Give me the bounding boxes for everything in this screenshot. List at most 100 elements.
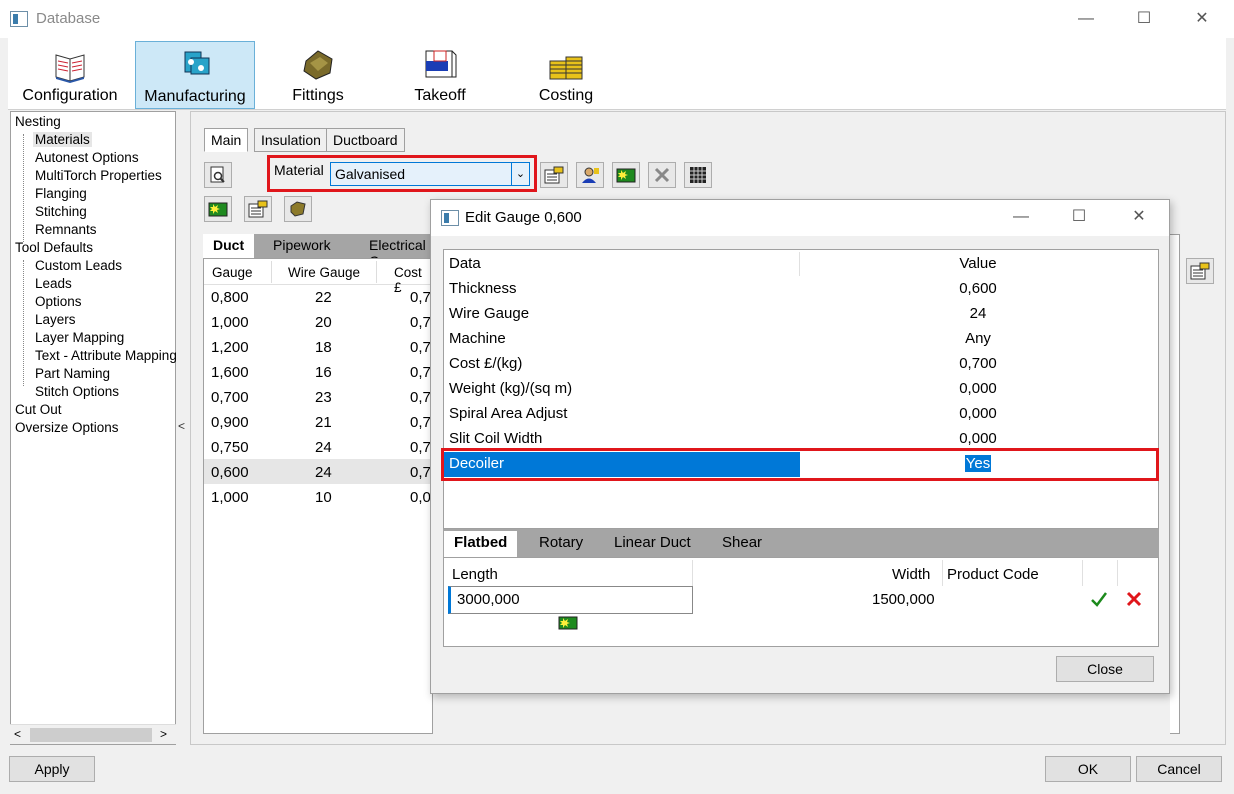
gauge-cell: 0,800 <box>211 289 249 306</box>
tab-electrical[interactable]: Electrical C <box>359 234 436 269</box>
copy-gauge-button[interactable] <box>284 196 312 222</box>
col-wire-gauge[interactable]: Wire Gauge <box>288 265 360 280</box>
maximize-button[interactable]: ☐ <box>1124 6 1164 32</box>
apply-button[interactable]: Apply <box>9 756 95 782</box>
tree-item-oversize-options[interactable]: Oversize Options <box>15 420 119 435</box>
minimize-button[interactable]: — <box>1066 6 1106 32</box>
tab-ductboard[interactable]: Ductboard <box>326 128 405 152</box>
scroll-left-icon[interactable]: < <box>14 727 21 741</box>
tab-linear-duct[interactable]: Linear Duct <box>604 531 701 557</box>
property-value: 0,700 <box>959 355 997 372</box>
dialog-minimize-button[interactable]: — <box>1001 204 1041 230</box>
close-window-button[interactable]: ✕ <box>1182 6 1222 32</box>
wire-gauge-cell: 10 <box>315 489 332 506</box>
ribbon-label: Takeoff <box>414 87 466 104</box>
property-value: 0,000 <box>959 380 997 397</box>
preview-button[interactable] <box>204 162 232 188</box>
tab-pipework[interactable]: Pipework <box>263 234 341 258</box>
tree-item-text-attribute-mapping[interactable]: Text - Attribute Mapping <box>35 348 177 363</box>
delete-material-button[interactable] <box>648 162 676 188</box>
tree-item-leads[interactable]: Leads <box>35 276 72 291</box>
wire-gauge-cell: 24 <box>315 464 332 481</box>
tab-flatbed[interactable]: Flatbed <box>444 531 518 557</box>
tab-duct[interactable]: Duct <box>203 234 255 258</box>
cancel-button[interactable]: Cancel <box>1136 756 1222 782</box>
dialog-close-button[interactable]: Close <box>1056 656 1154 682</box>
user-button[interactable] <box>576 162 604 188</box>
tree-item-stitch-options[interactable]: Stitch Options <box>35 384 119 399</box>
confirm-check-icon[interactable] <box>1090 590 1108 608</box>
tab-shear[interactable]: Shear <box>712 531 772 557</box>
tree-item-multitorch-properties[interactable]: MultiTorch Properties <box>35 168 162 183</box>
gauge-cell: 0,600 <box>211 464 249 481</box>
tab-main[interactable]: Main <box>204 128 249 152</box>
tree-item-materials[interactable]: Materials <box>33 132 92 147</box>
tree-item-layer-mapping[interactable]: Layer Mapping <box>35 330 124 345</box>
ribbon-tab-costing[interactable]: Costing <box>506 41 626 109</box>
magnifier-icon <box>210 166 225 183</box>
delete-icon <box>654 167 670 183</box>
tree-item-part-naming[interactable]: Part Naming <box>35 366 110 381</box>
ribbon-tab-configuration[interactable]: Configuration <box>12 41 128 109</box>
add-material-button[interactable] <box>612 162 640 188</box>
property-value: Any <box>965 330 991 347</box>
gauge-cell: 1,000 <box>211 489 249 506</box>
property-row-wire-gauge[interactable]: Wire Gauge 24 <box>444 302 1158 327</box>
tree-item-options[interactable]: Options <box>35 294 82 309</box>
dialog-close-icon[interactable]: ✕ <box>1119 204 1159 230</box>
panel-splitter[interactable]: < <box>176 111 188 745</box>
edit-form-icon <box>544 166 564 184</box>
property-row-spiral-area-adjust[interactable]: Spiral Area Adjust 0,000 <box>444 402 1158 427</box>
tree-item-nesting[interactable]: Nesting <box>15 114 61 129</box>
chevron-down-icon[interactable]: ⌄ <box>511 163 529 185</box>
edit-material-button[interactable] <box>540 162 568 188</box>
machine-icon <box>184 51 210 75</box>
tab-rotary[interactable]: Rotary <box>529 531 593 557</box>
tab-insulation[interactable]: Insulation <box>254 128 328 152</box>
tree-item-stitching[interactable]: Stitching <box>35 204 87 219</box>
app-icon <box>10 11 28 27</box>
material-select[interactable]: Galvanised ⌄ <box>330 162 530 186</box>
grid-button[interactable] <box>684 162 712 188</box>
length-value: 3000,000 <box>457 591 520 608</box>
property-value: 0,000 <box>959 405 997 422</box>
tree-item-tool-defaults[interactable]: Tool Defaults <box>15 240 93 255</box>
col-gauge[interactable]: Gauge <box>212 265 253 280</box>
tree-item-flanging[interactable]: Flanging <box>35 186 87 201</box>
ok-button[interactable]: OK <box>1045 756 1131 782</box>
property-value: 0,600 <box>959 280 997 297</box>
property-header: Data Value <box>444 252 1158 277</box>
scroll-thumb[interactable] <box>30 728 152 742</box>
ribbon-tab-takeoff[interactable]: Takeoff <box>384 41 496 109</box>
scroll-right-icon[interactable]: > <box>160 727 167 741</box>
new-icon <box>208 202 228 217</box>
cost-cell: 0,7 <box>410 314 431 331</box>
wire-gauge-cell: 16 <box>315 364 332 381</box>
tree-item-layers[interactable]: Layers <box>35 312 76 327</box>
property-key: Cost £/(kg) <box>449 355 523 372</box>
ribbon-tab-fittings[interactable]: Fittings <box>262 41 374 109</box>
tree-item-remnants[interactable]: Remnants <box>35 222 97 237</box>
cancel-x-icon[interactable] <box>1125 590 1143 608</box>
add-gauge-button[interactable] <box>204 196 232 222</box>
col-width: Width <box>892 566 931 583</box>
tree-item-cut-out[interactable]: Cut Out <box>15 402 62 417</box>
cost-cell: 0,7 <box>410 439 431 456</box>
length-input[interactable]: 3000,000 <box>448 586 693 614</box>
tree-item-custom-leads[interactable]: Custom Leads <box>35 258 122 273</box>
tree-item-autonest-options[interactable]: Autonest Options <box>35 150 139 165</box>
wire-gauge-cell: 24 <box>315 439 332 456</box>
edit-record-button[interactable] <box>1186 258 1214 284</box>
edit-form-icon <box>1190 262 1210 280</box>
property-row-thickness[interactable]: Thickness 0,600 <box>444 277 1158 302</box>
dialog-maximize-button[interactable]: ☐ <box>1059 204 1099 230</box>
property-row-weight[interactable]: Weight (kg)/(sq m) 0,000 <box>444 377 1158 402</box>
tree-horizontal-scrollbar[interactable]: < > <box>10 724 176 744</box>
ribbon-tab-manufacturing[interactable]: Manufacturing <box>135 41 255 109</box>
collapse-icon[interactable]: < <box>178 419 185 433</box>
property-row-machine[interactable]: Machine Any <box>444 327 1158 352</box>
property-row-cost[interactable]: Cost £/(kg) 0,700 <box>444 352 1158 377</box>
gauge-table: Gauge Wire Gauge Cost £ 0,800 22 0,7 1,000… <box>203 258 433 734</box>
edit-gauge-button[interactable] <box>244 196 272 222</box>
add-row-icon[interactable] <box>558 616 578 630</box>
